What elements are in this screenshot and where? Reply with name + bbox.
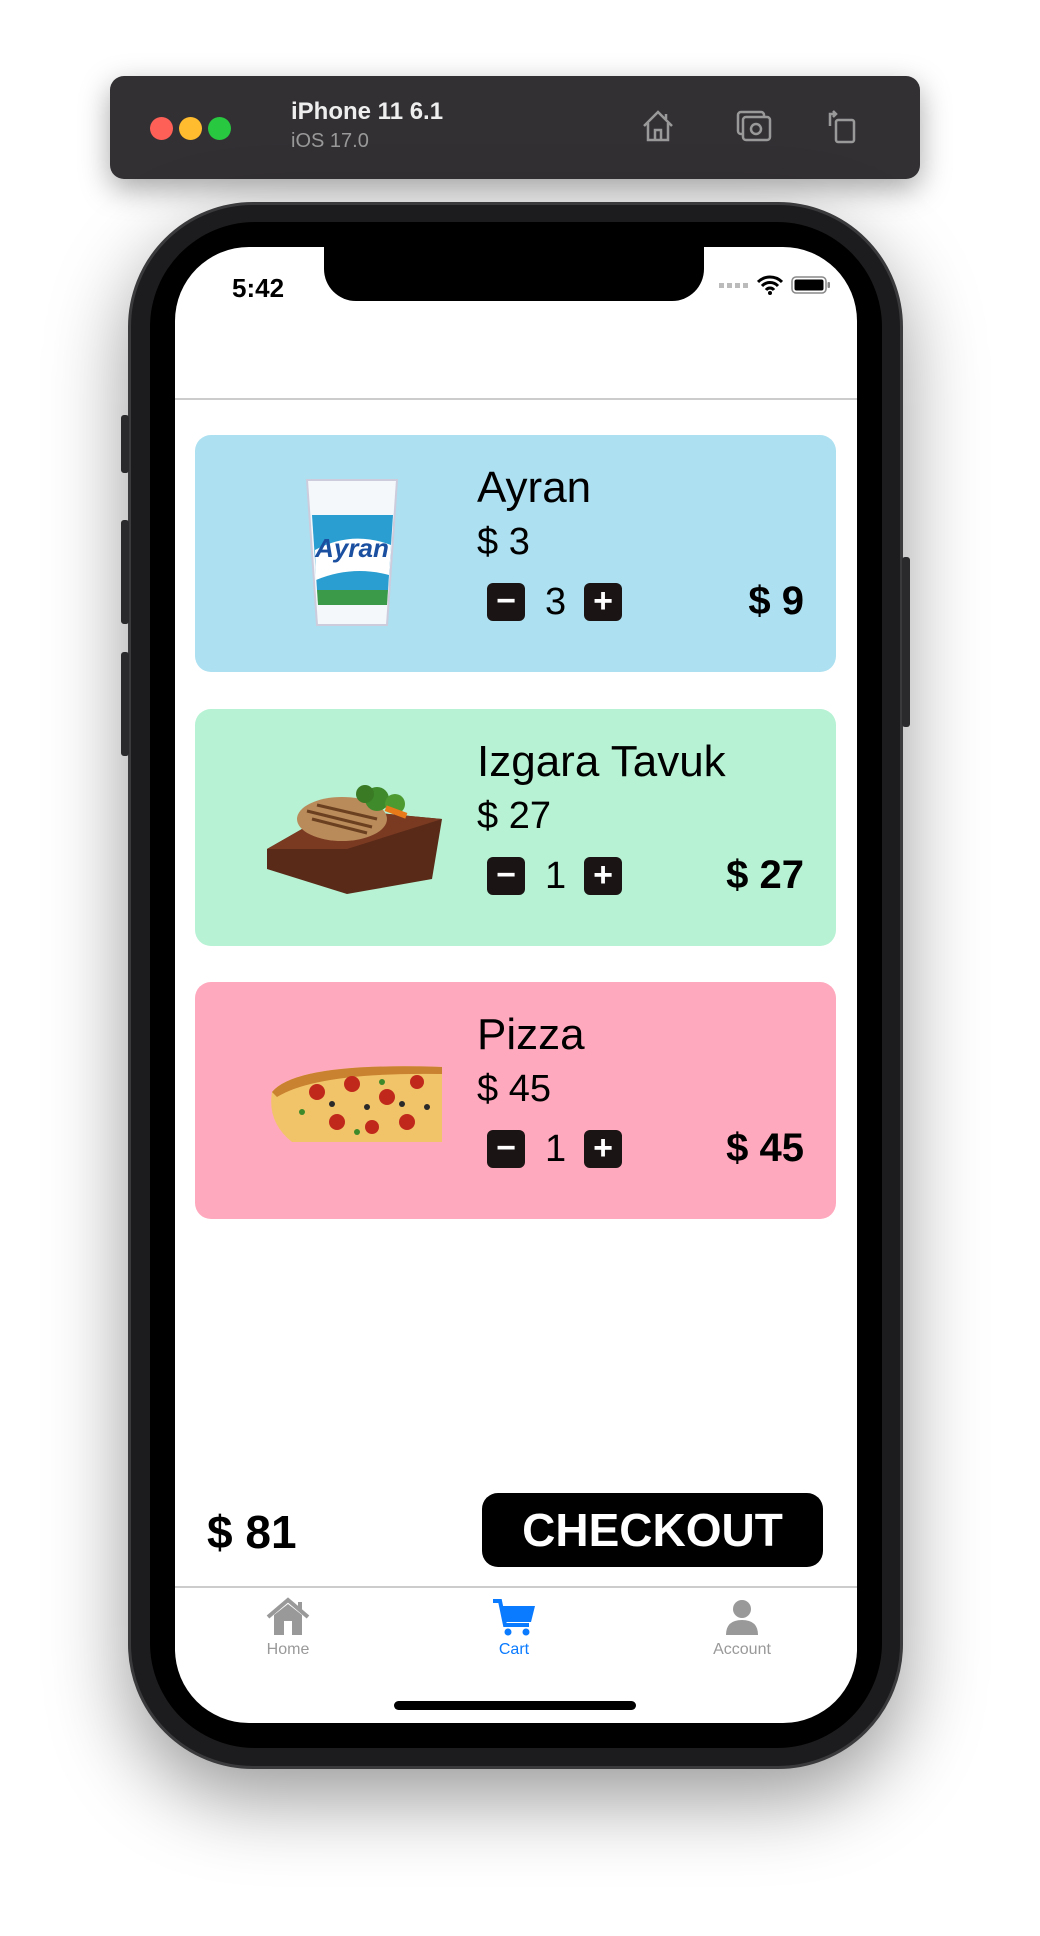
mute-switch [121,415,129,473]
increase-quantity-button[interactable]: + [584,1130,622,1168]
tab-account[interactable]: Account [672,1597,812,1659]
item-line-total: $ 45 [726,1126,804,1170]
zoom-window-button[interactable] [208,117,231,140]
cart-icon [493,1599,535,1636]
simulator-toolbar: iPhone 11 6.1 iOS 17.0 [110,76,920,179]
increase-quantity-button[interactable]: + [584,857,622,895]
pizza-image [271,1066,442,1142]
item-name: Ayran [477,463,592,512]
tab-label: Home [266,1641,310,1658]
cart-item-card: Pizza $ 45 − 1 + $ 45 [195,982,836,1219]
status-icons [719,275,831,295]
home-icon[interactable] [638,106,678,146]
checkout-button[interactable]: CHECKOUT [482,1493,823,1567]
tab-bar-divider [175,1586,857,1588]
battery-icon [791,276,830,294]
os-version: iOS 17.0 [291,130,369,152]
decrease-quantity-button[interactable]: − [487,1130,525,1168]
item-price: $ 27 [477,795,551,837]
increase-quantity-button[interactable]: + [584,583,622,621]
item-quantity: 1 [545,855,567,897]
grand-total: $ 81 [207,1506,297,1558]
tab-label: Cart [498,1641,530,1658]
item-quantity: 1 [545,1128,567,1170]
grilled-chicken-image [267,785,442,894]
svg-text:Ayran: Ayran [314,533,389,563]
app-screen: 5:42 Ayran Ayran $ 3 − 3 + $ 9 Izgara Ta… [175,247,857,1723]
item-name: Pizza [477,1010,585,1059]
notch [324,247,704,301]
cart-item-card: Izgara Tavuk $ 27 − 1 + $ 27 [195,709,836,946]
volume-up-button [121,520,129,624]
decrease-quantity-button[interactable]: − [487,857,525,895]
wifi-icon [757,275,783,295]
tab-cart[interactable]: Cart [444,1597,584,1659]
item-price: $ 45 [477,1068,551,1110]
volume-down-button [121,652,129,756]
rotate-icon[interactable] [822,106,862,146]
status-time: 5:42 [232,273,285,303]
ayran-cup-image: Ayran [305,479,399,626]
person-icon [726,1600,758,1635]
screenshot-icon[interactable] [734,106,774,146]
item-line-total: $ 9 [748,579,804,623]
power-button [902,557,910,727]
close-window-button[interactable] [150,117,173,140]
home-indicator[interactable] [394,1701,636,1710]
header-divider [175,398,857,400]
item-quantity: 3 [545,581,567,623]
house-icon [266,1597,310,1635]
tab-home[interactable]: Home [218,1597,358,1659]
item-line-total: $ 27 [726,853,804,897]
cellular-icon [719,283,748,288]
minimize-window-button[interactable] [179,117,202,140]
cart-item-card: Ayran Ayran $ 3 − 3 + $ 9 [195,435,836,672]
item-price: $ 3 [477,521,530,563]
tab-label: Account [713,1641,771,1658]
device-name: iPhone 11 6.1 [291,98,444,125]
item-name: Izgara Tavuk [477,737,726,786]
decrease-quantity-button[interactable]: − [487,583,525,621]
